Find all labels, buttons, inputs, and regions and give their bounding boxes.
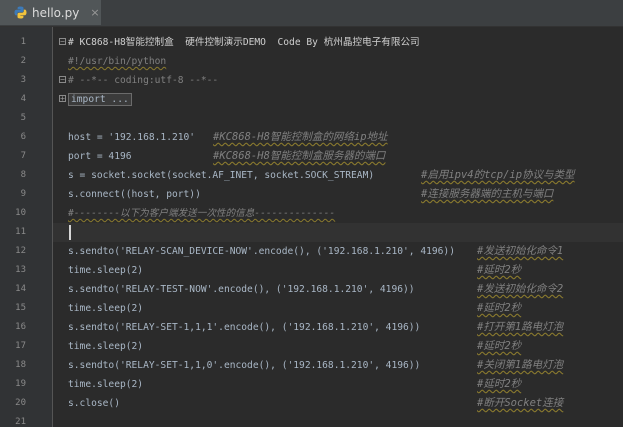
line-number: 1 <box>20 37 26 47</box>
code-line-17[interactable]: 17 time.sleep(2) #延时2秒 <box>15 337 623 356</box>
line-number: 21 <box>15 417 26 427</box>
fold-end-icon[interactable]: − <box>59 76 66 84</box>
line-number: 19 <box>15 379 26 389</box>
code-text: time.sleep(2) <box>68 303 144 314</box>
line-number: 18 <box>15 360 26 370</box>
code-comment: #延时2秒 <box>477 302 522 314</box>
fold-expand-icon[interactable]: + <box>59 95 66 103</box>
line-number: 20 <box>15 398 26 408</box>
code-line-5[interactable]: 5 <box>21 109 623 128</box>
code-line-15[interactable]: 15 time.sleep(2) #延时2秒 <box>15 299 623 318</box>
code-comment: #KC868-H8智能控制盒的网络ip地址 <box>213 131 388 143</box>
line-number: 3 <box>20 75 26 85</box>
code-line-7[interactable]: 7 port = 4196 #KC868-H8智能控制盒服务器的端口 <box>21 147 623 166</box>
code-text: host = '192.168.1.210' <box>68 132 196 143</box>
line-number: 7 <box>20 151 26 161</box>
code-line-2[interactable]: 2 #!/usr/bin/python <box>21 52 623 71</box>
code-line-1[interactable]: 1 − # KC868-H8智能控制盒 硬件控制演示DEMO Code By 杭… <box>21 33 623 52</box>
code-text: s.sendto('RELAY-SCAN_DEVICE-NOW'.encode(… <box>68 246 455 257</box>
code-text: time.sleep(2) <box>68 265 144 276</box>
code-comment: #延时2秒 <box>477 378 522 390</box>
code-comment: #发送初始化命令1 <box>477 245 564 257</box>
code-comment: #延时2秒 <box>477 340 522 352</box>
code-text: s = socket.socket(socket.AF_INET, socket… <box>68 170 375 181</box>
code-comment: #断开Socket连接 <box>477 397 564 409</box>
tab-hello-py[interactable]: hello.py × <box>0 0 101 25</box>
code-line-6[interactable]: 6 host = '192.168.1.210' #KC868-H8智能控制盒的… <box>21 128 623 147</box>
tab-label: hello.py <box>32 5 80 20</box>
code-line-10[interactable]: 10 #--------以下为客户端发送一次性的信息-------------- <box>15 204 623 223</box>
code-text: s.sendto('RELAY-TEST-NOW'.encode(), ('19… <box>68 284 415 295</box>
text-caret <box>69 225 71 240</box>
code-comment: #启用ipv4的tcp/ip协议与类型 <box>421 169 575 181</box>
code-line-8[interactable]: 8 s = socket.socket(socket.AF_INET, sock… <box>21 166 623 185</box>
line-number: 9 <box>20 189 26 199</box>
line-number: 8 <box>20 170 26 180</box>
code-line-18[interactable]: 18 s.sendto('RELAY-SET-1,1,0'.encode(), … <box>15 356 623 375</box>
python-file-icon <box>14 6 27 19</box>
code-comment: #延时2秒 <box>477 264 522 276</box>
code-comment: #打开第1路电灯泡 <box>477 321 564 333</box>
code-text: time.sleep(2) <box>68 379 144 390</box>
tab-bar: hello.py × <box>0 0 623 27</box>
line-number: 11 <box>15 227 26 237</box>
code-text: s.sendto('RELAY-SET-1,1,1'.encode(), ('1… <box>68 322 421 333</box>
code-line-13[interactable]: 13 time.sleep(2) #延时2秒 <box>15 261 623 280</box>
code-text: import ... <box>68 90 132 109</box>
code-text: # KC868-H8智能控制盒 硬件控制演示DEMO Code By 杭州晶控电… <box>68 37 420 48</box>
code-line-12[interactable]: 12 s.sendto('RELAY-SCAN_DEVICE-NOW'.enco… <box>15 242 623 261</box>
line-number: 5 <box>20 113 26 123</box>
line-number: 13 <box>15 265 26 275</box>
code-text: # --*-- coding:utf-8 --*-- <box>68 75 219 86</box>
close-tab-icon[interactable]: × <box>90 6 99 19</box>
line-number: 15 <box>15 303 26 313</box>
code-text: #!/usr/bin/python <box>68 56 167 67</box>
line-number: 14 <box>15 284 26 294</box>
code-comment: #发送初始化命令2 <box>477 283 564 295</box>
line-number: 4 <box>20 94 26 104</box>
line-number: 12 <box>15 246 26 256</box>
code-text: s.close() <box>68 398 120 409</box>
code-comment: #关闭第1路电灯泡 <box>477 359 564 371</box>
code-line-19[interactable]: 19 time.sleep(2) #延时2秒 <box>15 375 623 394</box>
code-line-9[interactable]: 9 s.connect((host, port)) #连接服务器端的主机与端口 <box>21 185 623 204</box>
code-comment: #KC868-H8智能控制盒服务器的端口 <box>213 150 386 162</box>
line-number: 10 <box>15 208 26 218</box>
code-text: time.sleep(2) <box>68 341 144 352</box>
line-number: 6 <box>20 132 26 142</box>
code-comment: #连接服务器端的主机与端口 <box>421 188 554 200</box>
code-text: #--------以下为客户端发送一次性的信息-------------- <box>68 208 336 219</box>
line-number: 2 <box>20 56 26 66</box>
collapsed-imports[interactable]: import ... <box>68 93 132 106</box>
code-line-16[interactable]: 16 s.sendto('RELAY-SET-1,1,1'.encode(), … <box>15 318 623 337</box>
fold-collapse-icon[interactable]: − <box>59 38 66 46</box>
code-line-11[interactable]: 11 <box>15 223 623 242</box>
code-line-20[interactable]: 20 s.close() #断开Socket连接 <box>15 394 623 413</box>
code-text: s.sendto('RELAY-SET-1,1,0'.encode(), ('1… <box>68 360 421 371</box>
line-number: 17 <box>15 341 26 351</box>
code-text: s.connect((host, port)) <box>68 189 201 200</box>
code-line-3[interactable]: 3 − # --*-- coding:utf-8 --*-- <box>21 71 623 90</box>
code-editor[interactable]: 1 − # KC868-H8智能控制盒 硬件控制演示DEMO Code By 杭… <box>0 27 623 427</box>
line-number: 16 <box>15 322 26 332</box>
code-area[interactable]: 1 − # KC868-H8智能控制盒 硬件控制演示DEMO Code By 杭… <box>15 27 623 427</box>
code-line-4[interactable]: 4 + import ... <box>21 90 623 109</box>
ide-window: hello.py × 1 − # KC868-H8智能控制盒 硬件控制演示DEM… <box>0 0 623 427</box>
code-line-14[interactable]: 14 s.sendto('RELAY-TEST-NOW'.encode(), (… <box>15 280 623 299</box>
code-line-21[interactable]: 21 <box>15 413 623 427</box>
code-text: port = 4196 <box>68 151 132 162</box>
